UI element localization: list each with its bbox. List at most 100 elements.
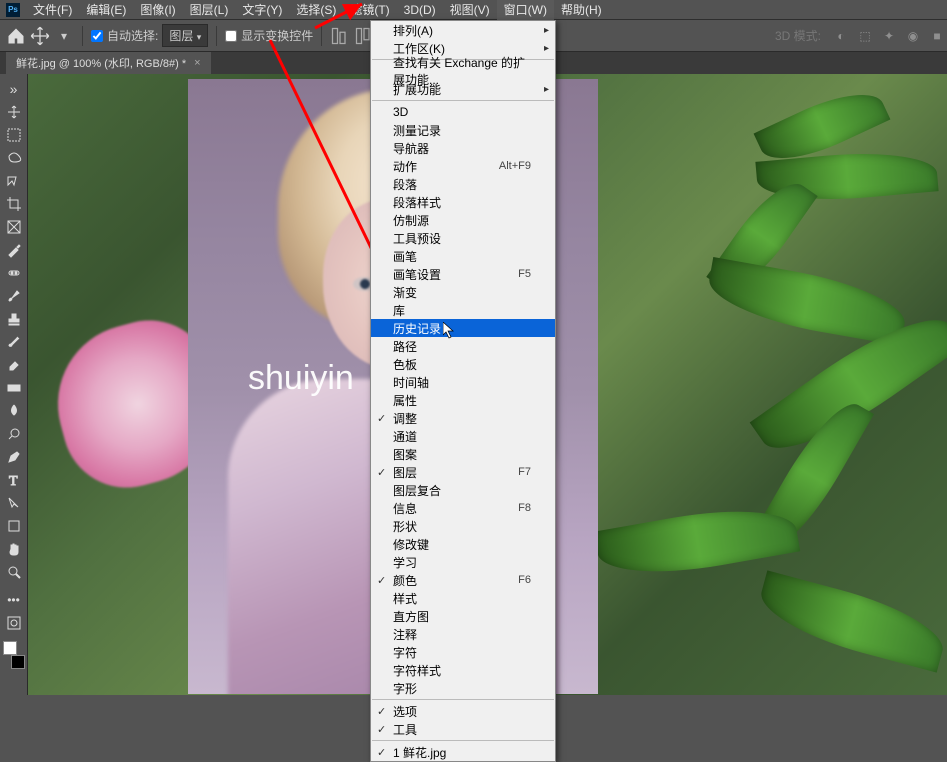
menu-measurement[interactable]: 测量记录: [371, 121, 555, 139]
menu-options-bar-toggle[interactable]: 选项: [371, 702, 555, 720]
menu-brushes[interactable]: 画笔: [371, 247, 555, 265]
menu-histogram[interactable]: 直方图: [371, 607, 555, 625]
dropdown-caret-icon[interactable]: ▾: [54, 26, 74, 46]
blur-tool[interactable]: [3, 400, 25, 422]
zoom-tool[interactable]: [3, 561, 25, 583]
menu-window[interactable]: 窗口(W): [497, 0, 554, 20]
menu-current-document[interactable]: 1 鲜花.jpg: [371, 743, 555, 761]
menu-tool-presets[interactable]: 工具预设: [371, 229, 555, 247]
menu-para-styles[interactable]: 段落样式: [371, 193, 555, 211]
marquee-tool[interactable]: [3, 124, 25, 146]
move-tool-icon: [30, 26, 50, 46]
svg-text:T: T: [9, 474, 18, 488]
heal-tool[interactable]: [3, 262, 25, 284]
menu-layer-comps[interactable]: 图层复合: [371, 481, 555, 499]
3d-icon-4[interactable]: ◉: [903, 26, 923, 46]
move-tool[interactable]: [3, 101, 25, 123]
menu-edit[interactable]: 编辑(E): [79, 0, 133, 20]
menu-navigator[interactable]: 导航器: [371, 139, 555, 157]
watermark-text: shuiyin: [248, 359, 354, 398]
gradient-tool[interactable]: [3, 377, 25, 399]
menu-timeline[interactable]: 时间轴: [371, 373, 555, 391]
menu-gradients[interactable]: 渐变: [371, 283, 555, 301]
background-color[interactable]: [11, 655, 25, 669]
edit-toolbar-icon[interactable]: •••: [3, 589, 25, 611]
menu-brush-settings[interactable]: 画笔设置F5: [371, 265, 555, 283]
crop-tool[interactable]: [3, 193, 25, 215]
menu-adjustments[interactable]: 调整: [371, 409, 555, 427]
menu-swatches[interactable]: 色板: [371, 355, 555, 373]
home-icon[interactable]: [6, 26, 26, 46]
3d-icon-3[interactable]: ✦: [879, 26, 899, 46]
color-swatches[interactable]: [3, 641, 25, 669]
menu-modifier-keys[interactable]: 修改键: [371, 535, 555, 553]
eyedropper-tool[interactable]: [3, 239, 25, 261]
menu-3d-panel[interactable]: 3D: [371, 103, 555, 121]
path-select-tool[interactable]: [3, 492, 25, 514]
auto-select-input[interactable]: [91, 30, 103, 42]
menu-bar: Ps 文件(F) 编辑(E) 图像(I) 图层(L) 文字(Y) 选择(S) 滤…: [0, 0, 947, 20]
toolbox-expand-icon[interactable]: »: [3, 78, 25, 100]
3d-icon-1[interactable]: ◐: [831, 26, 851, 46]
show-transform-checkbox[interactable]: 显示变换控件: [225, 27, 313, 44]
menu-library[interactable]: 库: [371, 301, 555, 319]
menu-tools-toggle[interactable]: 工具: [371, 720, 555, 738]
menu-3d[interactable]: 3D(D): [397, 1, 443, 19]
menu-char-styles[interactable]: 字符样式: [371, 661, 555, 679]
menu-glyphs[interactable]: 字形: [371, 679, 555, 697]
menu-clone-source[interactable]: 仿制源: [371, 211, 555, 229]
document-tab[interactable]: 鲜花.jpg @ 100% (水印, RGB/8#) * ×: [6, 52, 211, 74]
eraser-tool[interactable]: [3, 354, 25, 376]
layer-group-select[interactable]: 图层 ▾: [162, 24, 208, 47]
menu-image[interactable]: 图像(I): [133, 0, 182, 20]
menu-type[interactable]: 文字(Y): [235, 0, 289, 20]
foreground-color[interactable]: [3, 641, 17, 655]
menu-filter[interactable]: 滤镜(T): [343, 0, 396, 20]
brush-tool[interactable]: [3, 285, 25, 307]
menu-character[interactable]: 字符: [371, 643, 555, 661]
auto-select-checkbox[interactable]: 自动选择:: [91, 27, 158, 44]
menu-channels[interactable]: 通道: [371, 427, 555, 445]
menu-file[interactable]: 文件(F): [26, 0, 79, 20]
menu-shapes-panel[interactable]: 形状: [371, 517, 555, 535]
menu-extensions[interactable]: 扩展功能: [371, 80, 555, 98]
menu-patterns[interactable]: 图案: [371, 445, 555, 463]
menu-learn[interactable]: 学习: [371, 553, 555, 571]
menu-find-extensions[interactable]: 查找有关 Exchange 的扩展功能...: [371, 62, 555, 80]
history-brush-tool[interactable]: [3, 331, 25, 353]
menu-color-panel[interactable]: 颜色F6: [371, 571, 555, 589]
close-tab-icon[interactable]: ×: [194, 57, 200, 69]
show-transform-input[interactable]: [225, 30, 237, 42]
menu-paths[interactable]: 路径: [371, 337, 555, 355]
type-tool[interactable]: T: [3, 469, 25, 491]
menu-notes[interactable]: 注释: [371, 625, 555, 643]
shape-tool[interactable]: [3, 515, 25, 537]
menu-history[interactable]: 历史记录: [371, 319, 555, 337]
menu-layer[interactable]: 图层(L): [183, 0, 236, 20]
menu-arrange[interactable]: 排列(A): [371, 21, 555, 39]
menu-styles[interactable]: 样式: [371, 589, 555, 607]
frame-tool[interactable]: [3, 216, 25, 238]
pen-tool[interactable]: [3, 446, 25, 468]
window-menu-dropdown: 排列(A) 工作区(K) 查找有关 Exchange 的扩展功能... 扩展功能…: [370, 20, 556, 762]
menu-help[interactable]: 帮助(H): [554, 0, 609, 20]
quick-mask-icon[interactable]: [3, 612, 25, 634]
3d-icon-5[interactable]: ■: [927, 26, 947, 46]
menu-actions[interactable]: 动作Alt+F9: [371, 157, 555, 175]
lasso-tool[interactable]: [3, 147, 25, 169]
menu-properties[interactable]: 属性: [371, 391, 555, 409]
3d-icon-2[interactable]: ⬚: [855, 26, 875, 46]
dodge-tool[interactable]: [3, 423, 25, 445]
selection-tool[interactable]: [3, 170, 25, 192]
menu-select[interactable]: 选择(S): [289, 0, 343, 20]
menu-info[interactable]: 信息F8: [371, 499, 555, 517]
toolbox: » T •••: [0, 74, 28, 695]
hand-tool[interactable]: [3, 538, 25, 560]
menu-layers-panel[interactable]: 图层F7: [371, 463, 555, 481]
menu-paragraph[interactable]: 段落: [371, 175, 555, 193]
stamp-tool[interactable]: [3, 308, 25, 330]
menu-view[interactable]: 视图(V): [443, 0, 497, 20]
align-icon-1[interactable]: [330, 26, 350, 46]
mode-3d-label: 3D 模式:: [775, 27, 821, 44]
ps-logo-icon: Ps: [6, 3, 20, 17]
